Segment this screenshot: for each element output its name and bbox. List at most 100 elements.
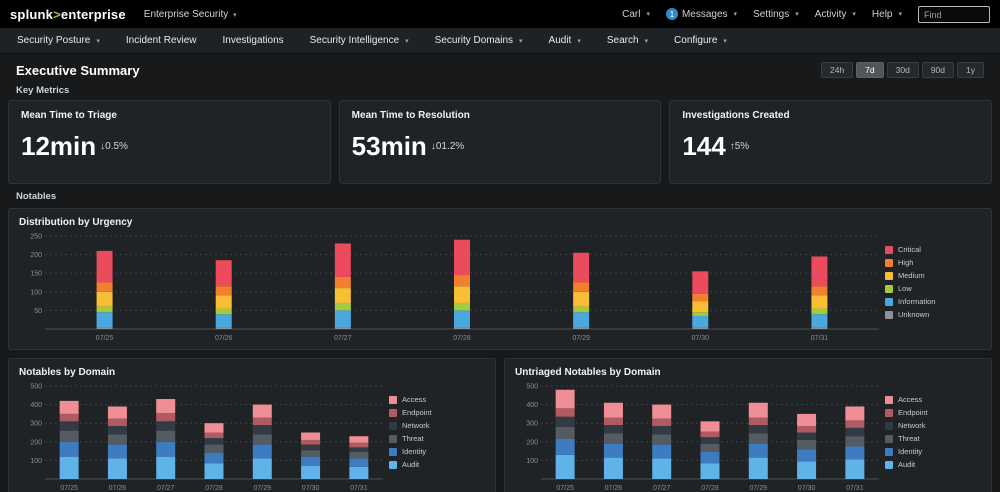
bar-segment[interactable] [573,283,589,292]
legend-item[interactable]: Threat [885,434,981,443]
bar-segment[interactable] [556,455,575,479]
bar-segment[interactable] [97,307,113,313]
bar-segment[interactable] [216,327,232,329]
legend-item[interactable]: Endpoint [885,408,981,417]
bar-segment[interactable] [253,459,272,479]
bar-segment[interactable] [335,277,351,288]
bar-segment[interactable] [701,463,720,479]
activity-menu[interactable]: Activity▾ [815,9,856,20]
bar-segment[interactable] [749,403,768,418]
find-input[interactable] [918,6,990,23]
bar-segment[interactable] [97,292,113,307]
bar-segment[interactable] [216,296,232,309]
bar-segment[interactable] [97,327,113,329]
bar-segment[interactable] [749,433,768,443]
bar-segment[interactable] [604,403,623,418]
bar-segment[interactable] [60,431,79,442]
bar-segment[interactable] [301,440,320,445]
legend-item[interactable]: Audit [885,460,981,469]
legend-item[interactable]: Threat [389,434,485,443]
bar-segment[interactable] [556,427,575,439]
bar-segment[interactable] [692,301,708,312]
bar-segment[interactable] [454,286,470,303]
bar-segment[interactable] [205,423,224,432]
bar-segment[interactable] [454,310,470,327]
bar-segment[interactable] [692,316,708,327]
bar-segment[interactable] [97,283,113,292]
bar-segment[interactable] [749,418,768,425]
bar-segment[interactable] [301,450,320,457]
bar-segment[interactable] [604,418,623,425]
bar-segment[interactable] [60,401,79,414]
bar-segment[interactable] [701,452,720,463]
bar-segment[interactable] [253,425,272,434]
bar-segment[interactable] [156,442,175,457]
bar-segment[interactable] [556,417,575,427]
time-range-24h[interactable]: 24h [821,62,853,78]
bar-segment[interactable] [701,437,720,444]
bar-segment[interactable] [205,463,224,479]
bar-segment[interactable] [97,251,113,283]
bar-segment[interactable] [556,408,575,416]
legend-item[interactable]: Critical [885,245,981,254]
bar-segment[interactable] [349,452,368,459]
bar-segment[interactable] [205,445,224,453]
bar-segment[interactable] [97,312,113,327]
bar-segment[interactable] [156,399,175,413]
bar-segment[interactable] [156,421,175,430]
legend-item[interactable]: Network [389,421,485,430]
nav-security-posture[interactable]: Security Posture▾ [4,28,113,53]
bar-segment[interactable] [301,466,320,479]
bar-segment[interactable] [335,288,351,303]
bar-segment[interactable] [692,312,708,316]
bar-segment[interactable] [845,406,864,420]
bar-segment[interactable] [797,414,816,426]
time-range-1y[interactable]: 1y [957,62,984,78]
bar-segment[interactable] [349,467,368,479]
legend-item[interactable]: High [885,258,981,267]
bar-segment[interactable] [156,457,175,479]
nav-audit[interactable]: Audit▾ [536,28,594,53]
bar-segment[interactable] [108,426,127,434]
nav-security-domains[interactable]: Security Domains▾ [422,28,536,53]
bar-segment[interactable] [811,327,827,329]
bar-segment[interactable] [701,421,720,431]
bar-segment[interactable] [573,327,589,329]
app-context-menu[interactable]: Enterprise Security ▾ [144,9,237,20]
bar-segment[interactable] [349,436,368,443]
user-menu[interactable]: Carl▾ [622,9,650,20]
legend-item[interactable]: Identity [389,447,485,456]
bar-segment[interactable] [349,447,368,452]
bar-segment[interactable] [253,434,272,444]
bar-segment[interactable] [811,296,827,309]
bar-segment[interactable] [797,461,816,479]
bar-segment[interactable] [335,310,351,327]
bar-segment[interactable] [156,413,175,421]
bar-segment[interactable] [301,457,320,466]
bar-segment[interactable] [253,445,272,459]
bar-segment[interactable] [797,440,816,449]
bar-segment[interactable] [845,436,864,446]
legend-item[interactable]: Network [885,421,981,430]
bar-segment[interactable] [845,420,864,427]
nav-security-intelligence[interactable]: Security Intelligence▾ [297,28,422,53]
bar-segment[interactable] [454,327,470,329]
legend-item[interactable]: Unknown [885,310,981,319]
bar-segment[interactable] [652,419,671,426]
bar-segment[interactable] [349,459,368,467]
bar-segment[interactable] [205,433,224,439]
bar-segment[interactable] [749,444,768,458]
bar-segment[interactable] [692,327,708,329]
bar-segment[interactable] [108,419,127,426]
bar-segment[interactable] [797,449,816,461]
splunk-logo[interactable]: splunk>enterprise [10,7,126,22]
time-range-7d[interactable]: 7d [856,62,883,78]
bar-segment[interactable] [811,256,827,286]
settings-menu[interactable]: Settings▾ [753,9,799,20]
bar-segment[interactable] [604,444,623,458]
bar-segment[interactable] [156,431,175,442]
time-range-90d[interactable]: 90d [922,62,954,78]
bar-segment[interactable] [216,309,232,315]
bar-segment[interactable] [604,425,623,433]
legend-item[interactable]: Low [885,284,981,293]
